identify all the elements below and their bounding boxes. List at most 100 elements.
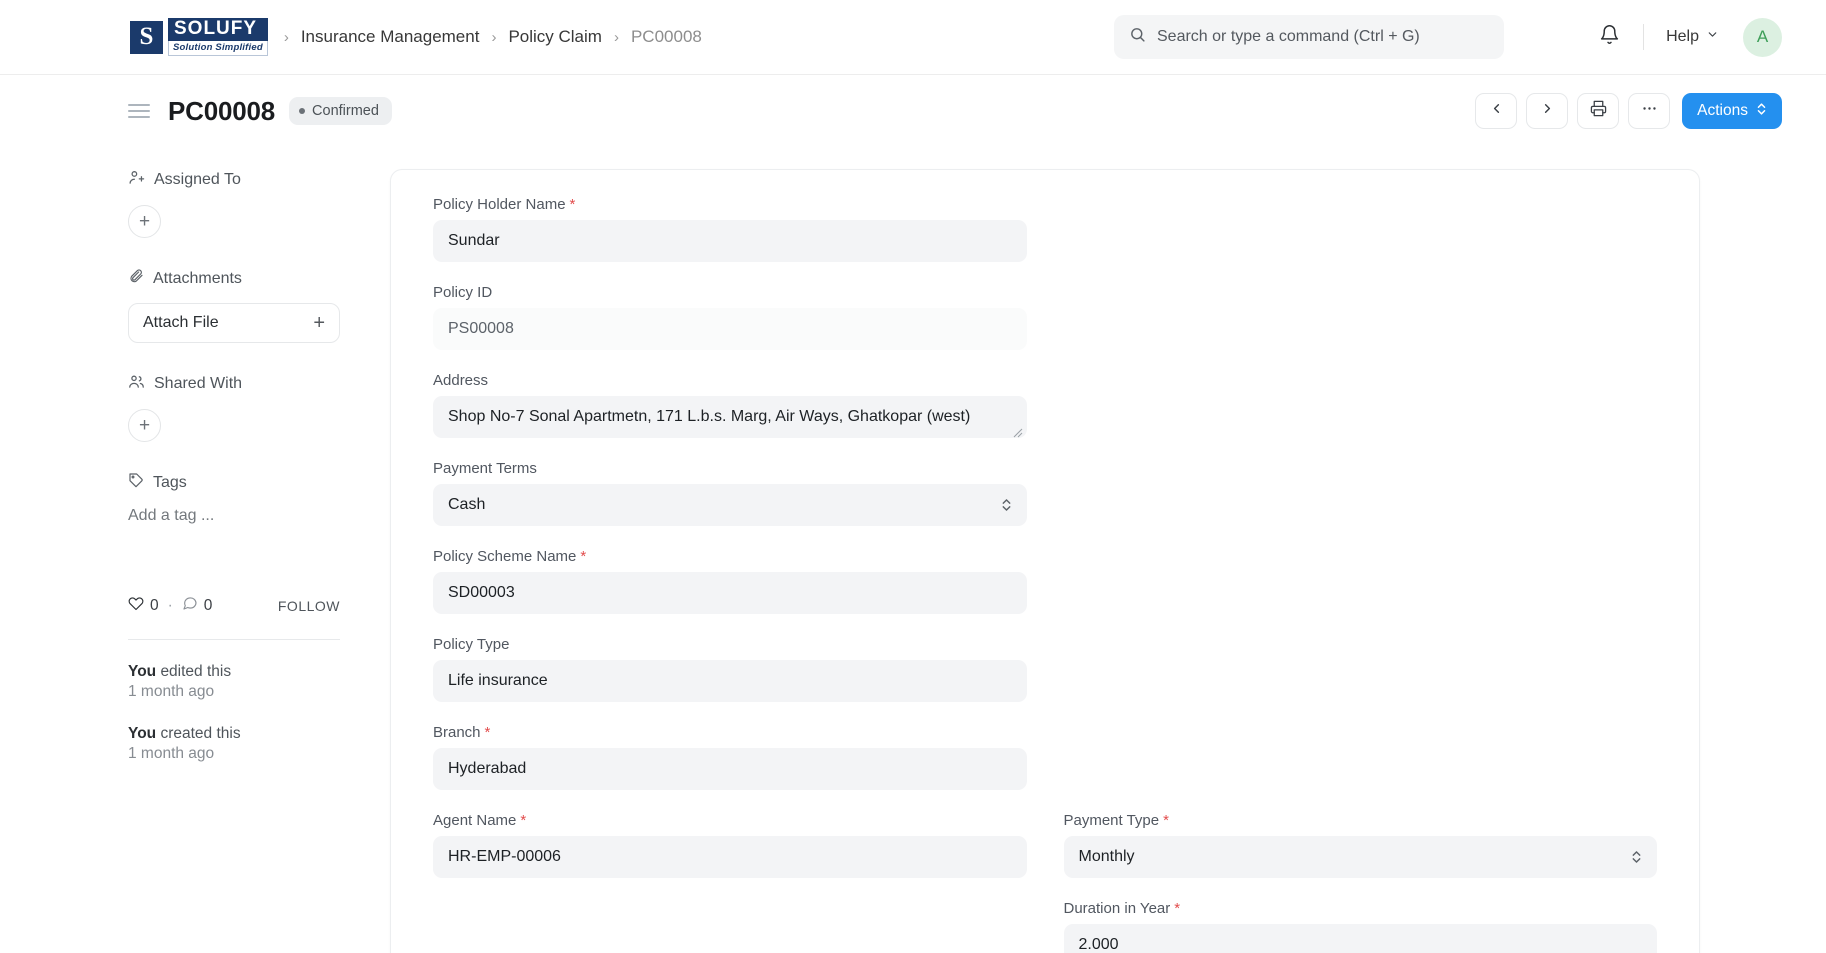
breadcrumb-item-policy-claim[interactable]: Policy Claim (508, 27, 602, 47)
actions-label: Actions (1697, 102, 1748, 119)
like-button[interactable]: 0 (128, 595, 159, 616)
value-payment-type: Monthly (1078, 848, 1135, 865)
ellipsis-icon (1641, 100, 1658, 122)
sidebar-toggle-icon[interactable] (128, 104, 150, 118)
field-policy-id: Policy ID PS00008 (433, 284, 1027, 350)
chevron-right-icon: › (613, 28, 619, 46)
field-duration-in-year: Duration in Year * 2.000 (1063, 900, 1658, 953)
field-label-policy-id: Policy ID (433, 284, 1027, 301)
input-duration-in-year[interactable]: 2.000 (1063, 924, 1657, 953)
app-logo[interactable]: S SOLUFY Solution Simplified (128, 18, 268, 56)
breadcrumb: › Insurance Management › Policy Claim › … (284, 27, 702, 47)
input-agent-name[interactable]: HR-EMP-00006 (433, 836, 1027, 878)
chevron-right-icon: › (283, 28, 289, 46)
assigned-to-label: Assigned To (154, 171, 241, 188)
value-branch: Hyderabad (448, 760, 527, 777)
notifications-button[interactable] (1589, 17, 1629, 57)
avatar[interactable]: A (1743, 17, 1782, 57)
attachments-heading: Attachments (128, 268, 390, 289)
actions-button[interactable]: Actions (1682, 93, 1782, 129)
field-agent-name: Agent Name * HR-EMP-00006 (433, 812, 1027, 878)
activity-log-item: You created this 1 month ago (128, 724, 390, 764)
chevron-right-icon (1540, 101, 1555, 121)
shared-with-label: Shared With (154, 375, 243, 392)
field-policy-type: Policy Type Life insurance (433, 636, 1027, 702)
navbar-divider (1643, 24, 1645, 50)
search-placeholder: Search or type a command (Ctrl + G) (1157, 28, 1420, 45)
logo-mark-icon: S (128, 18, 165, 56)
logo-tagline: Solution Simplified (168, 41, 268, 56)
search-icon (1129, 26, 1146, 48)
page-header: PC00008 Confirmed Actions (0, 75, 1826, 147)
input-address[interactable]: Shop No-7 Sonal Apartmetn, 171 L.b.s. Ma… (433, 396, 1027, 438)
field-payment-type: Payment Type * Monthly (1063, 812, 1658, 878)
field-label-address: Address (433, 372, 1027, 389)
status-dot-icon (299, 108, 306, 114)
required-asterisk: * (580, 548, 587, 565)
sidebar-section-assigned-to: Assigned To + (128, 169, 390, 238)
engagement-separator: · (167, 596, 173, 614)
search-input[interactable]: Search or type a command (Ctrl + G) (1114, 15, 1504, 59)
activity-time: 1 month ago (128, 745, 215, 763)
help-menu-button[interactable]: Help (1658, 22, 1727, 52)
breadcrumb-item-insurance-management[interactable]: Insurance Management (301, 27, 480, 47)
field-label-payment-type: Payment Type * (1064, 812, 1658, 829)
add-tag-input[interactable]: Add a tag ... (128, 507, 390, 525)
field-policy-scheme-name: Policy Scheme Name * SD00003 (433, 548, 1027, 614)
attachments-label: Attachments (153, 269, 242, 287)
chevron-left-icon (1489, 101, 1504, 121)
follow-button[interactable]: FOLLOW (278, 598, 340, 614)
top-navbar: S SOLUFY Solution Simplified › Insurance… (0, 0, 1826, 75)
activity-time: 1 month ago (128, 683, 215, 701)
previous-record-button[interactable] (1475, 93, 1518, 129)
input-policy-scheme-name[interactable]: SD00003 (433, 572, 1027, 614)
activity-log-item: You edited this 1 month ago (128, 662, 390, 702)
field-payment-terms: Payment Terms Cash (433, 460, 1027, 526)
more-options-button[interactable] (1628, 93, 1671, 129)
sidebar-section-shared-with: Shared With + (128, 373, 390, 442)
label-text: Agent Name (433, 812, 517, 829)
comment-icon (182, 595, 198, 616)
comment-button[interactable]: 0 (182, 595, 212, 616)
user-plus-icon (128, 169, 145, 191)
value-policy-scheme-name: SD00003 (448, 584, 515, 601)
print-button[interactable] (1577, 93, 1620, 129)
value-agent-name: HR-EMP-00006 (448, 848, 561, 865)
activity-actor: You (128, 663, 157, 680)
value-policy-holder-name: Sundar (448, 232, 500, 249)
chevron-updown-icon (1756, 102, 1767, 121)
input-policy-holder-name[interactable]: Sundar (433, 220, 1027, 262)
label-text: Payment Type (1063, 812, 1160, 829)
attach-file-button[interactable]: Attach File + (128, 303, 340, 343)
input-payment-type[interactable]: Monthly (1063, 836, 1657, 878)
bell-icon (1599, 24, 1620, 50)
chevron-updown-icon (1001, 498, 1012, 513)
required-asterisk: * (1174, 900, 1181, 917)
add-assignee-button[interactable]: + (128, 205, 161, 238)
value-payment-terms: Cash (448, 496, 486, 513)
field-label-duration-in-year: Duration in Year * (1064, 900, 1658, 917)
field-address: Address Shop No-7 Sonal Apartmetn, 171 L.… (433, 372, 1027, 438)
activity-actor: You (128, 725, 157, 743)
field-branch: Branch * Hyderabad (433, 724, 1027, 790)
field-label-agent-name: Agent Name * (433, 812, 1027, 829)
input-branch[interactable]: Hyderabad (433, 748, 1027, 790)
resize-handle[interactable] (1013, 425, 1023, 438)
required-asterisk: * (569, 196, 576, 213)
next-record-button[interactable] (1526, 93, 1569, 129)
input-payment-terms[interactable]: Cash (433, 484, 1027, 526)
label-text: Policy Scheme Name (433, 548, 577, 565)
field-label-policy-holder-name: Policy Holder Name * (433, 196, 1027, 213)
page-actions: Actions (1475, 93, 1782, 129)
assigned-to-heading: Assigned To (128, 169, 390, 191)
breadcrumb-item-current: PC00008 (630, 27, 702, 46)
field-label-payment-terms: Payment Terms (433, 460, 1027, 477)
value-policy-id: PS00008 (448, 320, 514, 337)
page-body: Assigned To + Attachments Attach File + (0, 147, 1826, 953)
tags-label: Tags (153, 473, 187, 491)
value-address: Shop No-7 Sonal Apartmetn, 171 L.b.s. Ma… (448, 408, 971, 425)
logo-wordmark: SOLUFY Solution Simplified (168, 18, 268, 56)
input-policy-type[interactable]: Life insurance (433, 660, 1027, 702)
add-shared-user-button[interactable]: + (128, 409, 161, 442)
label-text: Policy Type (433, 636, 510, 653)
